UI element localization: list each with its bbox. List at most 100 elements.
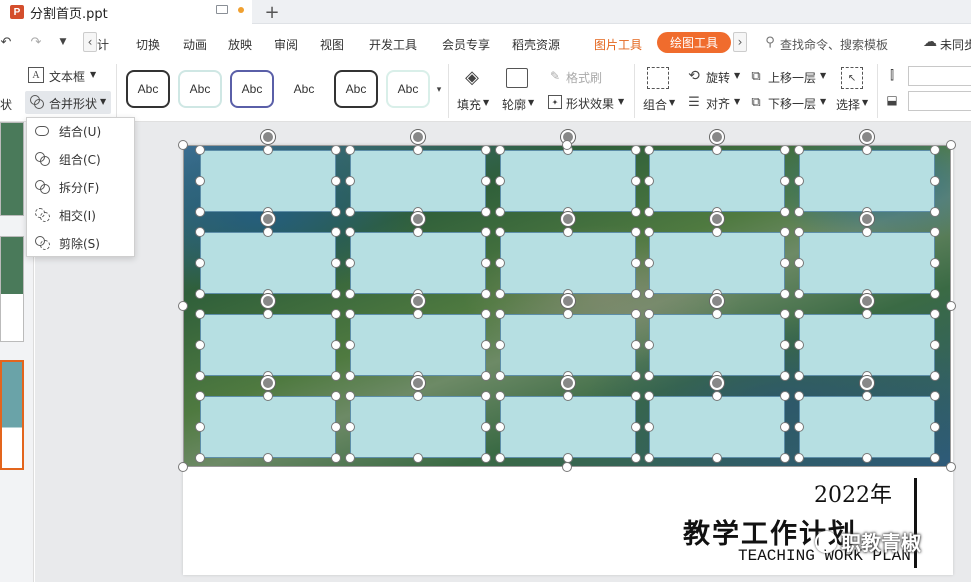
menu-picture-tools[interactable]: 图片工具 bbox=[594, 36, 642, 53]
rotate-chevron-icon[interactable]: ▼ bbox=[734, 71, 740, 80]
textbox-button[interactable]: 文本框 bbox=[49, 68, 85, 85]
ribbon-divider bbox=[877, 64, 878, 118]
menu-transitions[interactable]: 切换 bbox=[136, 36, 160, 53]
group-chevron-icon[interactable]: ▼ bbox=[669, 98, 675, 107]
group-resize-handle[interactable] bbox=[946, 140, 956, 150]
group-resize-handle[interactable] bbox=[946, 301, 956, 311]
bring-forward-icon: ⧉ bbox=[751, 68, 761, 84]
slide-thumbnail-1[interactable] bbox=[0, 122, 24, 216]
slide-thumbnail-3-selected[interactable] bbox=[0, 360, 24, 470]
align-button[interactable]: 对齐 bbox=[706, 95, 730, 112]
shape-height-field[interactable] bbox=[908, 66, 971, 86]
menu-animation[interactable]: 动画 bbox=[183, 36, 207, 53]
fill-button[interactable]: 填充 bbox=[457, 96, 481, 113]
merge-intersect-item[interactable]: 相交(I) bbox=[35, 205, 96, 225]
shape-effect-chevron-icon[interactable]: ▼ bbox=[618, 97, 624, 106]
rotate-handle-icon[interactable] bbox=[261, 130, 275, 144]
bring-forward-chevron-icon[interactable]: ▼ bbox=[820, 71, 826, 80]
group-resize-handle[interactable] bbox=[178, 140, 188, 150]
shape-style-2[interactable]: Abc bbox=[178, 70, 222, 108]
format-painter-icon: ✎ bbox=[549, 69, 561, 83]
send-backward-button[interactable]: 下移一层 bbox=[768, 95, 816, 112]
group-selection-frame[interactable] bbox=[183, 145, 951, 467]
document-title: 分割首页.ppt bbox=[30, 6, 108, 22]
bring-forward-button[interactable]: 上移一层 bbox=[768, 69, 816, 86]
union-icon bbox=[35, 124, 51, 138]
slide-thumbnail-2[interactable] bbox=[0, 236, 24, 342]
search-icon: ⚲ bbox=[765, 34, 775, 50]
cloud-sync-icon: ☁ bbox=[923, 34, 937, 50]
rotate-handle-icon[interactable] bbox=[411, 130, 425, 144]
merge-shape-chevron-icon: ▼ bbox=[100, 97, 107, 106]
rotate-handle-icon[interactable] bbox=[710, 130, 724, 144]
merge-fragment-label: 拆分(F) bbox=[59, 180, 100, 195]
merge-combine-item[interactable]: 组合(C) bbox=[35, 149, 101, 169]
outline-button[interactable]: 轮廓 bbox=[502, 96, 526, 113]
shape-style-6[interactable]: Abc bbox=[386, 70, 430, 108]
merge-shape-menu: 结合(U) 组合(C) 拆分(F) 相交(I) 剪除(S) bbox=[26, 117, 135, 257]
shape-effect-icon: ✦ bbox=[548, 95, 562, 109]
menu-scroll-right-button[interactable]: › bbox=[733, 32, 747, 52]
group-resize-handle[interactable] bbox=[946, 462, 956, 472]
slide-year[interactable]: 2022年 bbox=[814, 477, 892, 509]
document-tab[interactable]: P 分割首页.ppt bbox=[0, 0, 252, 24]
send-backward-icon: ⧉ bbox=[751, 94, 761, 110]
menu-scroll-left-button[interactable]: ‹ bbox=[83, 32, 97, 52]
new-tab-button[interactable]: + bbox=[262, 0, 282, 24]
menu-slideshow[interactable]: 放映 bbox=[228, 36, 252, 53]
group-button[interactable]: 组合 bbox=[643, 96, 667, 113]
group-resize-handle[interactable] bbox=[562, 140, 572, 150]
rotate-button[interactable]: 旋转 bbox=[706, 69, 730, 86]
redo-icon[interactable]: ↷ bbox=[30, 34, 42, 50]
sync-status[interactable]: 未同步 bbox=[940, 36, 971, 53]
width-icon: ⬓ bbox=[886, 93, 898, 107]
menu-drawing-tools[interactable]: 绘图工具 bbox=[657, 32, 731, 53]
rotate-handle-icon[interactable] bbox=[860, 130, 874, 144]
search-commands-input[interactable]: 查找命令、搜索模板 bbox=[780, 36, 888, 53]
textbox-icon: A bbox=[28, 67, 44, 83]
merge-subtract-item[interactable]: 剪除(S) bbox=[35, 233, 100, 253]
rotate-icon: ⟲ bbox=[688, 68, 700, 84]
textbox-chevron-icon[interactable]: ▼ bbox=[90, 70, 96, 79]
align-chevron-icon[interactable]: ▼ bbox=[734, 97, 740, 106]
shape-style-5[interactable]: Abc bbox=[334, 70, 378, 108]
ribbon-divider bbox=[116, 64, 117, 118]
outline-chevron-icon[interactable]: ▼ bbox=[528, 98, 534, 107]
height-icon: ⫿ bbox=[890, 67, 894, 82]
menu-member[interactable]: 会员专享 bbox=[442, 36, 490, 53]
menu-design-partial[interactable]: 计 bbox=[97, 36, 109, 53]
merge-union-label: 结合(U) bbox=[59, 124, 102, 139]
shape-effect-button[interactable]: 形状效果 bbox=[566, 95, 614, 112]
intersect-icon bbox=[35, 208, 51, 222]
menu-developer[interactable]: 开发工具 bbox=[369, 36, 417, 53]
group-icon bbox=[647, 67, 669, 89]
style-gallery-expand-icon[interactable]: ▾ bbox=[434, 82, 444, 98]
chevron-down-icon[interactable]: ▼ bbox=[57, 34, 69, 50]
group-resize-handle[interactable] bbox=[562, 462, 572, 472]
menu-docer-resources[interactable]: 稻壳资源 bbox=[512, 36, 560, 53]
menu-bar: ↶ ↷ ▼ ‹ 计 切换 动画 放映 审阅 视图 开发工具 会员专享 稻壳资源 … bbox=[0, 24, 971, 60]
shape-style-4[interactable]: Abc bbox=[282, 70, 326, 108]
select-button[interactable]: 选择 bbox=[836, 96, 860, 113]
ppt-file-icon: P bbox=[10, 5, 24, 19]
fragment-icon bbox=[35, 180, 51, 194]
fill-chevron-icon[interactable]: ▼ bbox=[483, 98, 489, 107]
group-resize-handle[interactable] bbox=[178, 462, 188, 472]
format-painter-button[interactable]: 格式刷 bbox=[566, 69, 602, 86]
align-icon: ☰ bbox=[688, 94, 700, 110]
monitor-icon[interactable] bbox=[216, 5, 228, 14]
select-chevron-icon[interactable]: ▼ bbox=[862, 98, 868, 107]
shape-width-field[interactable] bbox=[908, 91, 971, 111]
merge-union-item[interactable]: 结合(U) bbox=[35, 121, 101, 141]
merge-subtract-label: 剪除(S) bbox=[59, 236, 100, 251]
shape-style-1[interactable]: Abc bbox=[126, 70, 170, 108]
group-resize-handle[interactable] bbox=[178, 301, 188, 311]
shape-partial-label[interactable]: 状 bbox=[0, 96, 12, 113]
undo-icon[interactable]: ↶ bbox=[0, 34, 12, 50]
menu-review[interactable]: 审阅 bbox=[274, 36, 298, 53]
shape-style-3[interactable]: Abc bbox=[230, 70, 274, 108]
menu-view[interactable]: 视图 bbox=[320, 36, 344, 53]
send-backward-chevron-icon[interactable]: ▼ bbox=[820, 97, 826, 106]
merge-fragment-item[interactable]: 拆分(F) bbox=[35, 177, 99, 197]
merge-shape-label: 合并形状 bbox=[49, 97, 98, 111]
